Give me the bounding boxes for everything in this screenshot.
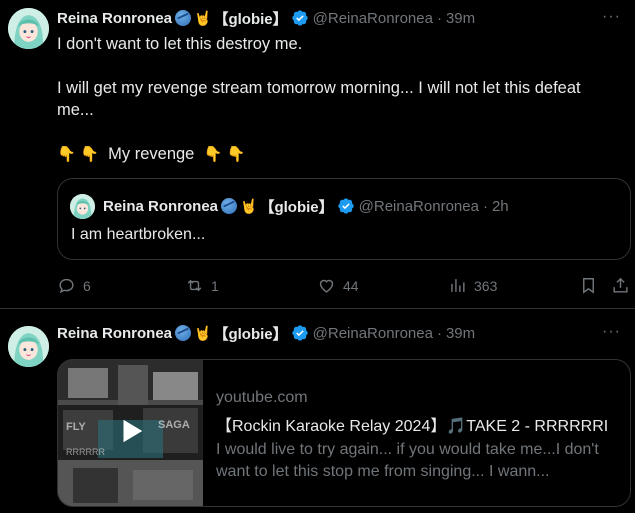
views-button[interactable]: 363 [448,276,497,295]
yarn-icon [175,325,192,341]
more-icon[interactable]: ··· [602,8,621,26]
svg-text:FLY: FLY [66,421,86,433]
quote-header: Reina Ronronea 🤘 【globie】 @ReinaRonronea… [103,196,509,216]
author-tag: 【globie】 [259,198,334,216]
action-bar: 6 1 44 363 [57,276,635,296]
bookmark-icon [583,278,594,294]
card-title[interactable]: 【Rockin Karaoke Relay 2024】🎵TAKE 2 - RRR… [216,412,626,436]
avatar[interactable] [70,194,95,219]
rock-hand-icon: 🤘 [194,9,212,26]
pointing-down-icon: 👇 [57,146,76,163]
yarn-icon [175,10,192,26]
pointing-down-icon: 👇 [226,146,246,163]
reply-button[interactable]: 6 [57,276,91,295]
author-handle[interactable]: @ReinaRonronea [313,10,433,27]
view-count: 363 [474,277,498,294]
avatar[interactable] [8,8,49,49]
reply-icon [59,278,74,294]
revenge-line: 👇 👇 My revenge 👇 👇 [57,143,621,166]
timestamp[interactable]: 39m [446,325,475,342]
revenge-text: My revenge [108,145,195,163]
rock-hand-icon: 🤘 [240,197,258,214]
card-description: I would live to try again... if you woul… [216,441,599,480]
avatar[interactable] [8,326,49,367]
card-thumbnail[interactable]: FLY SAGA RRRRRR [58,360,203,506]
author-name[interactable]: Reina Ronronea [57,325,172,342]
time-separator: · [482,197,488,215]
tweet-header: Reina Ronronea 🤘 【globie】 @ReinaRonronea… [57,8,475,28]
retweet-icon [187,279,202,292]
quoted-tweet[interactable]: Reina Ronronea 🤘 【globie】 @ReinaRonronea… [57,178,631,260]
like-count: 44 [343,277,359,294]
author-tag: 【globie】 [213,10,288,28]
reply-count: 6 [83,277,91,294]
rock-hand-icon: 🤘 [194,324,212,341]
tweet-header: Reina Ronronea 🤘 【globie】 @ReinaRonronea… [57,323,475,343]
yarn-icon [221,198,238,214]
svg-text:SAGA: SAGA [158,419,190,431]
tweet[interactable]: Reina Ronronea 🤘 【globie】 @ReinaRonronea… [0,0,635,309]
views-icon [451,279,465,292]
author-name[interactable]: Reina Ronronea [57,10,172,27]
author-tag: 【globie】 [213,325,288,343]
link-card[interactable]: FLY SAGA RRRRRR youtube.com 【Rockin Kara… [57,359,631,507]
retweet-button[interactable]: 1 [185,276,219,295]
timestamp[interactable]: 39m [446,10,475,27]
time-separator: · [436,9,442,27]
play-icon[interactable] [116,416,146,446]
pointing-down-icon: 👇 [203,146,223,163]
tweet-text-line: I don't want to let this destroy me. [57,35,303,53]
quote-text: I am heartbroken... [71,226,206,243]
tweet-text: I don't want to let this destroy me. I w… [57,33,621,166]
retweet-count: 1 [211,277,219,294]
author-handle[interactable]: @ReinaRonronea [313,325,433,342]
share-button[interactable] [611,276,630,295]
like-icon [319,279,334,293]
more-icon[interactable]: ··· [602,323,621,341]
author-name[interactable]: Reina Ronronea [103,198,218,215]
tweet-text-line: me... [57,101,94,119]
share-icon [613,277,628,293]
bookmark-button[interactable] [579,276,598,295]
svg-text:RRRRRR: RRRRRR [66,447,105,457]
verified-icon[interactable] [337,197,355,215]
like-button[interactable]: 44 [317,276,359,295]
verified-icon[interactable] [291,9,309,27]
time-separator: · [436,324,442,342]
author-handle[interactable]: @ReinaRonronea [359,198,479,215]
verified-icon[interactable] [291,324,309,342]
tweet[interactable]: Reina Ronronea 🤘 【globie】 @ReinaRonronea… [0,309,635,513]
pointing-down-icon: 👇 [80,146,99,163]
tweet-text-line: I will get my revenge stream tomorrow mo… [57,79,581,97]
timestamp[interactable]: 2h [492,198,509,215]
card-domain: youtube.com [216,389,308,406]
